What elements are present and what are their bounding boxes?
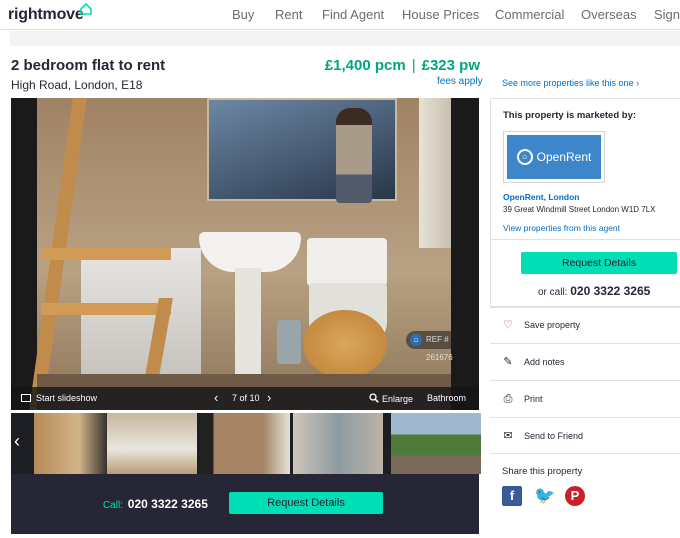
photo-toilet-seat bbox=[303, 310, 387, 378]
thumb-prev-icon[interactable]: ‹ bbox=[14, 431, 20, 452]
send-to-friend-button[interactable]: ✉ Send to Friend bbox=[490, 417, 680, 454]
openrent-logo-icon: ⌂ bbox=[516, 149, 533, 165]
magnifier-icon bbox=[369, 393, 379, 403]
request-details-button[interactable]: Request Details bbox=[229, 492, 383, 514]
pencil-icon: ✎ bbox=[503, 356, 513, 368]
marketed-by-heading: This property is marketed by: bbox=[503, 110, 637, 121]
twitter-icon[interactable]: 🐦 bbox=[534, 486, 555, 506]
slideshow-icon bbox=[21, 394, 31, 402]
listing-address: High Road, London, E18 bbox=[11, 78, 143, 92]
add-notes-label: Add notes bbox=[524, 357, 565, 367]
ref-badge: ⌂ REF # 261676 bbox=[406, 331, 479, 362]
house-logo-icon bbox=[80, 3, 92, 15]
nav-rent[interactable]: Rent bbox=[275, 7, 302, 22]
price-separator: | bbox=[411, 57, 416, 74]
share-heading: Share this property bbox=[502, 466, 583, 477]
thumbnail[interactable] bbox=[391, 413, 481, 474]
call-phone[interactable]: 020 3322 3265 bbox=[128, 497, 208, 511]
envelope-icon: ✉ bbox=[503, 430, 513, 442]
photo-reflection bbox=[336, 108, 372, 203]
rightmove-logo[interactable]: rightmove bbox=[8, 6, 84, 24]
agent-address: 39 Great Windmill Street London W1D 7LX bbox=[503, 205, 656, 214]
thumbnail-strip: ‹ bbox=[11, 413, 481, 474]
ref-number: REF # 261676 bbox=[426, 335, 453, 362]
save-property-button[interactable]: ♡ Save property bbox=[490, 306, 680, 343]
facebook-icon[interactable]: f bbox=[502, 486, 522, 506]
enlarge-label: Enlarge bbox=[382, 394, 414, 404]
nav-commercial[interactable]: Commercial bbox=[495, 7, 564, 22]
agent-logo-text: OpenRent bbox=[536, 150, 592, 164]
send-to-friend-label: Send to Friend bbox=[524, 431, 584, 441]
photo-shelf bbox=[29, 98, 173, 410]
thumbnail[interactable] bbox=[107, 413, 197, 474]
agent-logo-inner: ⌂ OpenRent bbox=[507, 135, 601, 179]
top-strip bbox=[10, 31, 680, 46]
photo-caption: Bathroom bbox=[427, 393, 467, 403]
price-pw: £323 pw bbox=[421, 57, 480, 74]
slideshow-label: Start slideshow bbox=[36, 393, 98, 403]
listing-price: £1,400 pcm | £323 pw bbox=[325, 57, 480, 74]
print-button[interactable]: ⎙ Print bbox=[490, 380, 680, 417]
prev-photo-icon[interactable]: ‹ bbox=[214, 390, 218, 405]
sidebar-phone[interactable]: 020 3322 3265 bbox=[570, 284, 650, 298]
nav-house-prices[interactable]: House Prices bbox=[402, 7, 479, 22]
agent-logo[interactable]: ⌂ OpenRent bbox=[503, 131, 605, 183]
photo-toolbar: Start slideshow ‹ 7 of 10 › Enlarge Bath… bbox=[11, 387, 479, 410]
see-more-label: See more properties like this one bbox=[502, 78, 634, 88]
main-photo[interactable]: ⌂ REF # 261676 bbox=[11, 98, 479, 410]
heart-icon: ♡ bbox=[503, 319, 513, 331]
or-call-text: or call: 020 3322 3265 bbox=[538, 284, 650, 298]
view-agent-properties-link[interactable]: View properties from this agent bbox=[503, 223, 620, 233]
next-photo-icon[interactable]: › bbox=[267, 390, 271, 405]
call-label: Call: bbox=[103, 500, 124, 511]
chevron-right-icon: › bbox=[636, 78, 640, 88]
call-text: Call: 020 3322 3265 bbox=[103, 497, 208, 511]
agent-name[interactable]: OpenRent, London bbox=[503, 192, 580, 202]
photo-bin bbox=[277, 320, 301, 364]
thumbnail[interactable] bbox=[293, 413, 383, 474]
listing-title: 2 bedroom flat to rent bbox=[11, 57, 166, 74]
pinterest-icon[interactable]: P bbox=[565, 486, 585, 506]
print-label: Print bbox=[524, 394, 543, 404]
price-pcm: £1,400 pcm bbox=[324, 57, 406, 74]
nav-buy[interactable]: Buy bbox=[232, 7, 254, 22]
photo-window bbox=[419, 98, 451, 248]
house-badge-icon: ⌂ bbox=[410, 334, 422, 346]
or-call-label: or call: bbox=[538, 287, 568, 298]
nav-find-agent[interactable]: Find Agent bbox=[322, 7, 384, 22]
photo-cistern bbox=[307, 238, 387, 286]
fees-apply-link[interactable]: fees apply bbox=[437, 76, 483, 87]
printer-icon: ⎙ bbox=[503, 393, 513, 405]
nav-sign-in[interactable]: Sign bbox=[654, 7, 680, 22]
nav-overseas[interactable]: Overseas bbox=[581, 7, 637, 22]
contact-bar: Call: 020 3322 3265 Request Details bbox=[11, 474, 479, 534]
save-property-label: Save property bbox=[524, 320, 581, 330]
enlarge-button[interactable]: Enlarge bbox=[369, 393, 413, 404]
sidebar-request-details-button[interactable]: Request Details bbox=[521, 252, 677, 274]
top-nav: rightmove Buy Rent Find Agent House Pric… bbox=[0, 0, 680, 30]
start-slideshow-button[interactable]: Start slideshow bbox=[21, 393, 97, 403]
thumbnail[interactable] bbox=[200, 413, 290, 474]
agent-card: This property is marketed by: ⌂ OpenRent … bbox=[490, 98, 680, 308]
photo-counter: 7 of 10 bbox=[232, 393, 260, 403]
photo-sink bbox=[199, 232, 301, 272]
divider bbox=[491, 239, 680, 240]
add-notes-button[interactable]: ✎ Add notes bbox=[490, 343, 680, 380]
photo-pedestal bbox=[235, 268, 261, 378]
see-more-link[interactable]: See more properties like this one › bbox=[502, 78, 639, 88]
